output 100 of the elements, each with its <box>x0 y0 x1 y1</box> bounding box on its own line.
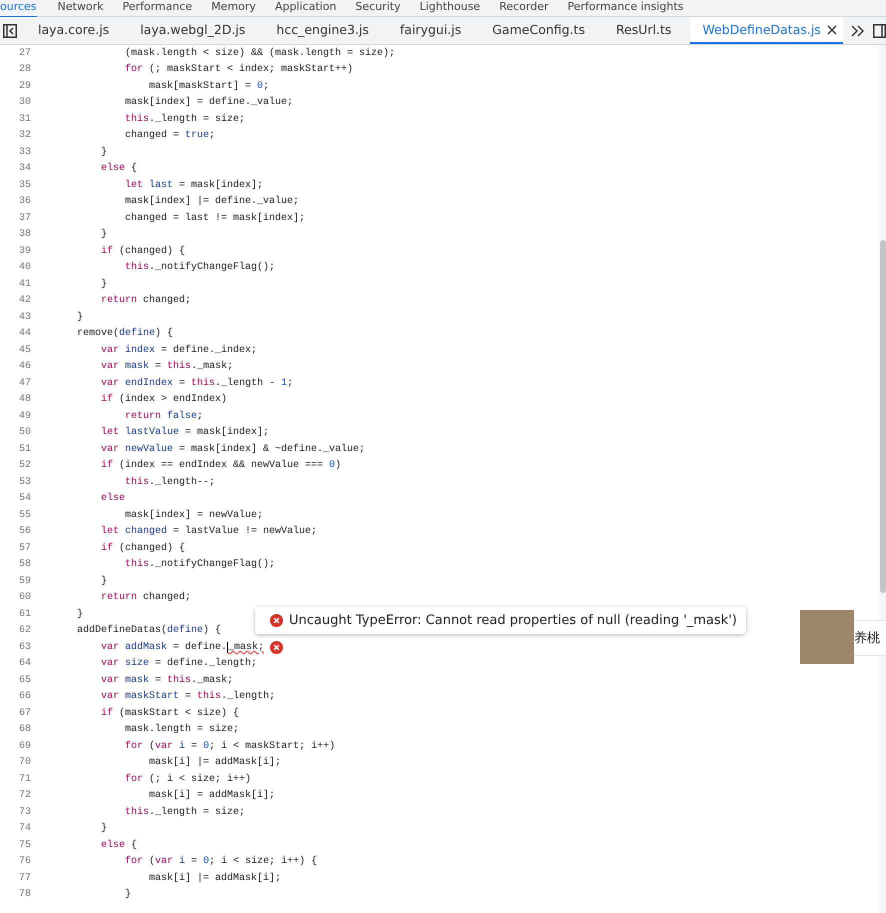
line-number: 40 <box>18 262 31 274</box>
file-tab[interactable]: GameConfig.ts <box>480 17 604 44</box>
code-line: var addMask = define._mask; <box>100 642 264 653</box>
code-line: else <box>100 493 126 504</box>
code-line: } <box>100 278 108 290</box>
line-number: 27 <box>18 48 31 59</box>
line-number: 78 <box>18 889 31 900</box>
line-number: 71 <box>18 774 31 785</box>
scrollbar[interactable] <box>879 45 886 913</box>
line-number: 37 <box>18 212 31 224</box>
code-line: if (maskStart < size) { <box>100 708 240 719</box>
line-number: 32 <box>18 130 31 142</box>
code-line: changed = true; <box>124 130 216 142</box>
panel-tab[interactable]: Performance insights <box>568 0 703 18</box>
line-number: 73 <box>18 806 31 818</box>
sidebar-toggle-icon[interactable] <box>873 24 886 38</box>
code-line: else { <box>100 163 138 174</box>
line-number: 54 <box>18 493 31 504</box>
panel-tab[interactable]: Recorder <box>499 0 568 18</box>
code-line: mask.length = size; <box>124 724 240 736</box>
error-message: Uncaught TypeError: Cannot read properties of null (reading '_mask') <box>289 613 737 628</box>
code-line: var index = define._index; <box>100 344 258 356</box>
line-number: 65 <box>18 674 31 686</box>
panel-tab[interactable]: Security <box>355 0 420 18</box>
code-line: (mask.length < size) && (mask.length = size); <box>124 48 396 59</box>
line-number: 63 <box>18 642 31 653</box>
line-number: 75 <box>18 840 31 851</box>
code-line: for (var i = 0; i < size; i++) { <box>124 856 318 868</box>
line-number: 48 <box>18 394 31 406</box>
code-line: } <box>100 576 108 587</box>
code-line: for (; i < size; i++) <box>124 774 252 785</box>
line-number: 68 <box>18 724 31 736</box>
panel-tab[interactable]: Memory <box>211 0 275 18</box>
sidebar-toggle-icon[interactable] <box>3 24 17 38</box>
line-number: 56 <box>18 526 31 538</box>
line-number: 52 <box>18 460 31 472</box>
line-number: 47 <box>18 378 31 389</box>
code-line: } <box>76 312 84 323</box>
code-line: var maskStart = this._length; <box>100 691 276 702</box>
code-line: addDefineDatas(define) { <box>76 625 222 636</box>
line-number: 38 <box>18 229 31 240</box>
code-line: var endIndex = this._length - 1; <box>100 378 294 389</box>
line-number: 43 <box>18 312 31 323</box>
code-line: else { <box>100 840 138 851</box>
panel-tab[interactable]: Network <box>58 0 122 18</box>
file-tab[interactable]: ResUrl.ts <box>604 17 690 44</box>
error-icon <box>270 614 283 627</box>
chevron-icon[interactable] <box>850 24 864 36</box>
line-number: 29 <box>18 80 31 92</box>
line-number: 76 <box>18 856 31 868</box>
line-number: 55 <box>18 510 31 521</box>
line-number: 74 <box>18 823 31 834</box>
panel-tab[interactable]: Performance <box>122 0 212 18</box>
panel-tab[interactable]: Application <box>274 0 356 18</box>
line-number: 31 <box>18 114 31 125</box>
line-number: 57 <box>18 542 31 554</box>
code-line: mask[index] = define._value; <box>124 97 294 108</box>
code-line: var newValue = mask[index] & ~define._value; <box>100 444 366 455</box>
code-line: mask[index] |= define._value; <box>124 196 300 208</box>
line-number: 66 <box>18 691 31 702</box>
code-line: mask[i] |= addMask[i]; <box>148 872 282 884</box>
code-line: for (var i = 0; i < maskStart; i++) <box>124 740 336 752</box>
code-line: } <box>100 823 108 834</box>
file-tab[interactable]: WebDefineDatas.js <box>690 17 843 44</box>
file-tab[interactable]: laya.webgl_2D.js <box>128 17 264 44</box>
code-line: } <box>100 229 108 240</box>
panel-tab[interactable]: Lighthouse <box>420 0 500 18</box>
line-number: 67 <box>18 708 31 719</box>
line-number: 39 <box>18 246 31 257</box>
code-line: return false; <box>124 410 204 422</box>
file-tab[interactable]: fairygui.js <box>388 17 480 44</box>
file-tab[interactable]: hcc_engine3.js <box>264 17 388 44</box>
code-line: mask[i] = addMask[i]; <box>148 790 276 802</box>
code-line: this._length = size; <box>124 806 246 818</box>
close-icon[interactable] <box>826 24 837 34</box>
line-number: 45 <box>18 344 31 356</box>
code-line: if (changed) { <box>100 246 186 257</box>
line-number: 42 <box>18 295 31 306</box>
code-line: this._length = size; <box>124 114 246 125</box>
widget-label: 养桃 <box>854 620 886 656</box>
code-line: this._length--; <box>124 476 216 488</box>
code-line: this._notifyChangeFlag(); <box>124 262 276 274</box>
line-number: 30 <box>18 97 31 108</box>
code-line: return changed; <box>100 592 192 604</box>
line-number: 35 <box>18 180 31 191</box>
line-number: 77 <box>18 872 31 884</box>
line-number: 59 <box>18 576 31 587</box>
code-line: this._notifyChangeFlag(); <box>124 559 276 570</box>
code-line: var size = define._length; <box>100 658 258 670</box>
code-line: if (index > endIndex) <box>100 394 228 406</box>
code-line: mask[i] |= addMask[i]; <box>148 757 282 768</box>
code-line: remove(define) { <box>76 328 174 340</box>
line-number: 33 <box>18 146 31 158</box>
file-tab[interactable]: laya.core.js <box>26 17 128 44</box>
code-line: changed = last != mask[index]; <box>124 212 306 224</box>
line-number: 28 <box>18 64 31 76</box>
line-number: 53 <box>18 476 31 488</box>
code-line: let lastValue = mask[index]; <box>100 427 270 438</box>
photo-placeholder <box>800 610 854 664</box>
line-number: 58 <box>18 559 31 570</box>
